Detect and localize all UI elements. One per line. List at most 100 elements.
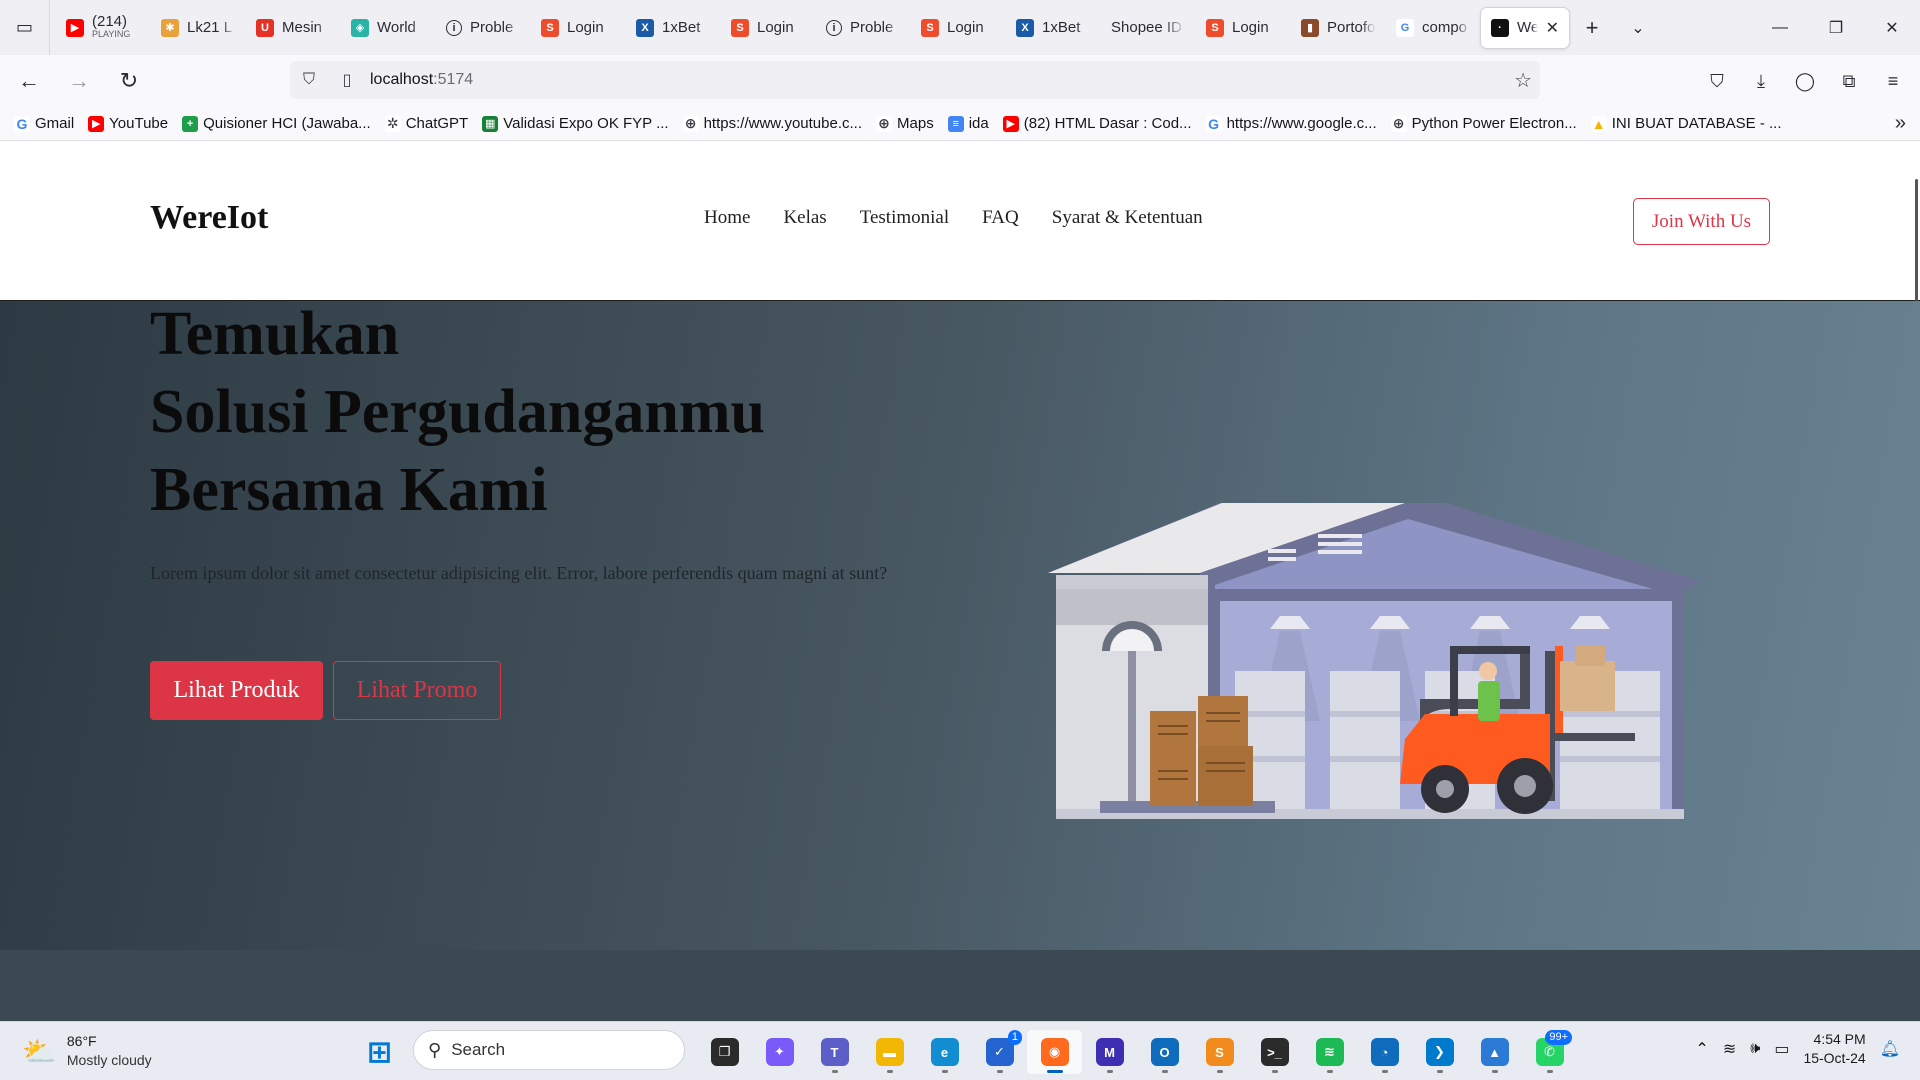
photos-icon: ▲	[1480, 1038, 1509, 1066]
back-button[interactable]: ←	[8, 60, 50, 102]
taskbar-app[interactable]: >_	[1247, 1030, 1302, 1074]
join-button[interactable]: Join With Us	[1633, 198, 1770, 245]
url-bar[interactable]: ⛉ ▯ localhost:5174 ☆	[290, 61, 1540, 99]
browser-tab[interactable]: Shopee ID	[1101, 8, 1196, 48]
1xbet-icon: X	[636, 18, 654, 37]
url-text[interactable]: localhost:5174	[370, 71, 473, 89]
browser-tab[interactable]: ◈ World	[341, 8, 436, 48]
browser-tab[interactable]: i Proble	[436, 8, 531, 48]
bookmark-item[interactable]: ▦ Validasi Expo OK FYP ...	[482, 115, 669, 132]
clock[interactable]: 4:54 PM 15-Oct-24	[1803, 1030, 1865, 1068]
info-icon: i	[826, 19, 842, 36]
page-info-icon[interactable]: ▯	[328, 70, 366, 90]
tracking-shield-icon[interactable]: ⛉	[290, 71, 328, 89]
taskbar-app[interactable]: ≋	[1302, 1030, 1357, 1074]
bookmark-item[interactable]: ≡ ida	[947, 115, 989, 132]
taskbar-app[interactable]: ✓ 1	[972, 1030, 1027, 1074]
bookmark-star-icon[interactable]: ☆	[1514, 68, 1532, 93]
volume-icon[interactable]: 🕪	[1750, 1040, 1760, 1058]
browser-tab[interactable]: U Mesin	[246, 8, 341, 48]
list-tabs-button[interactable]: ⌄	[1615, 8, 1661, 48]
bookmark-label: Quisioner HCI (Jawaba...	[203, 115, 371, 132]
bookmark-item[interactable]: ⊕ https://www.youtube.c...	[682, 115, 862, 132]
menu-kelas[interactable]: Kelas	[783, 207, 826, 229]
taskbar-apps: ⊞ ⚲ Search ❐ ✦ T ▬ e ✓ 1 ◉ M O S >_ ≋ ◔ ❯ ▲ ✆ 99+	[352, 1030, 1577, 1074]
weather-widget[interactable]: ⛅ 86°F Mostly cloudy	[22, 1032, 152, 1070]
account-icon[interactable]: ◯	[1786, 62, 1824, 100]
browser-tab[interactable]: S Login	[531, 8, 626, 48]
close-window-button[interactable]: ✕	[1864, 0, 1920, 55]
chevron-down-icon: ⌄	[1631, 19, 1645, 37]
menu-home[interactable]: Home	[704, 207, 750, 229]
bookmark-item[interactable]: Ghttps://www.google.c...	[1205, 115, 1377, 132]
spotify-icon: ≋	[1315, 1038, 1344, 1066]
taskbar-app[interactable]: ⊞	[352, 1030, 407, 1074]
taskbar-app[interactable]: ▲	[1467, 1030, 1522, 1074]
site-logo[interactable]: WereIot	[150, 199, 268, 237]
taskbar-app[interactable]: ▬	[862, 1030, 917, 1074]
tab-list: ▶ (214) PLAYING ✱ Lk21 L U Mesin ◈ World i Proble S…	[50, 0, 1569, 55]
close-tab-icon[interactable]: ✕	[1546, 18, 1559, 38]
notification-badge: 1	[1007, 1030, 1022, 1045]
menu-testimonial[interactable]: Testimonial	[860, 207, 949, 229]
downloads-icon[interactable]: ⤓	[1742, 62, 1780, 100]
taskbar-app[interactable]: T	[807, 1030, 862, 1074]
info-icon: i	[446, 19, 462, 36]
bookmark-item[interactable]: ⊕ Maps	[876, 115, 934, 132]
tab-overview-button[interactable]: ▭	[0, 0, 50, 55]
menu-icon[interactable]: ≡	[1874, 62, 1912, 100]
page-scrollbar[interactable]	[1915, 179, 1918, 301]
google-icon: G	[1205, 115, 1222, 132]
tab-title-text: (214)	[92, 14, 128, 30]
running-indicator	[996, 1070, 1003, 1073]
browser-tab[interactable]: X 1xBet	[1006, 8, 1101, 48]
browser-tab[interactable]: Gcompo	[1386, 8, 1481, 48]
browser-tab[interactable]: S Login	[721, 8, 816, 48]
taskbar-app[interactable]: ◔	[1357, 1030, 1412, 1074]
reload-button[interactable]: ↻	[108, 60, 150, 102]
browser-tab[interactable]: · We ✕	[1481, 7, 1569, 48]
tab-title: Login	[947, 19, 984, 36]
taskbar-search-box[interactable]: ⚲ Search	[413, 1030, 685, 1070]
bookmark-item[interactable]: + Quisioner HCI (Jawaba...	[182, 115, 371, 132]
minimize-button[interactable]: —	[1752, 0, 1808, 55]
bookmark-item[interactable]: ▶ YouTube	[88, 115, 168, 132]
browser-tab[interactable]: X 1xBet	[626, 8, 721, 48]
notification-bell-icon[interactable]: 🔔︎	[1880, 1039, 1900, 1059]
task-view-icon: ❐	[710, 1038, 739, 1066]
taskbar-app[interactable]: ◉	[1027, 1030, 1082, 1074]
bookmark-item[interactable]: G Gmail	[14, 115, 74, 132]
wifi-icon[interactable]: ≋	[1723, 1039, 1736, 1059]
lihat-promo-button[interactable]: Lihat Promo	[333, 661, 501, 720]
browser-tab[interactable]: ✱ Lk21 L	[151, 8, 246, 48]
menu-faq[interactable]: FAQ	[982, 207, 1019, 229]
firefox-icon: ◉	[1040, 1038, 1069, 1066]
taskbar-app[interactable]: e	[917, 1030, 972, 1074]
browser-tab[interactable]: ▮ Portofo	[1291, 8, 1386, 48]
menu-syarat[interactable]: Syarat & Ketentuan	[1052, 207, 1203, 229]
extensions-icon[interactable]: ⧉	[1830, 62, 1868, 100]
battery-icon[interactable]: ▭	[1774, 1039, 1789, 1059]
new-tab-button[interactable]: +	[1569, 8, 1615, 48]
restore-button[interactable]: ❐	[1808, 0, 1864, 55]
bookmark-item[interactable]: ⊕ Python Power Electron...	[1390, 115, 1577, 132]
browser-tab[interactable]: S Login	[1196, 8, 1291, 48]
taskbar-app[interactable]: ✆ 99+	[1522, 1030, 1577, 1074]
taskbar-app[interactable]: ✦	[752, 1030, 807, 1074]
bookmark-item[interactable]: ▶ (82) HTML Dasar : Cod...	[1002, 115, 1192, 132]
bookmark-item[interactable]: ▲ INI BUAT DATABASE - ...	[1590, 115, 1782, 132]
pocket-icon[interactable]: ⛉	[1698, 62, 1736, 100]
taskbar-app[interactable]: O	[1137, 1030, 1192, 1074]
bookmark-item[interactable]: ✲ ChatGPT	[384, 115, 468, 132]
browser-tab[interactable]: ▶ (214) PLAYING	[56, 8, 151, 48]
chevron-up-icon[interactable]: ⌃	[1695, 1039, 1708, 1059]
browser-tab[interactable]: i Proble	[816, 8, 911, 48]
lihat-produk-button[interactable]: Lihat Produk	[150, 661, 323, 720]
taskbar-app[interactable]: ❯	[1412, 1030, 1467, 1074]
taskbar-app[interactable]: S	[1192, 1030, 1247, 1074]
bookmarks-overflow-icon[interactable]: »	[1895, 112, 1906, 135]
browser-tab[interactable]: S Login	[911, 8, 1006, 48]
taskbar-app[interactable]: ❐	[697, 1030, 752, 1074]
taskbar-app[interactable]: M	[1082, 1030, 1137, 1074]
forward-button[interactable]: →	[58, 60, 100, 102]
